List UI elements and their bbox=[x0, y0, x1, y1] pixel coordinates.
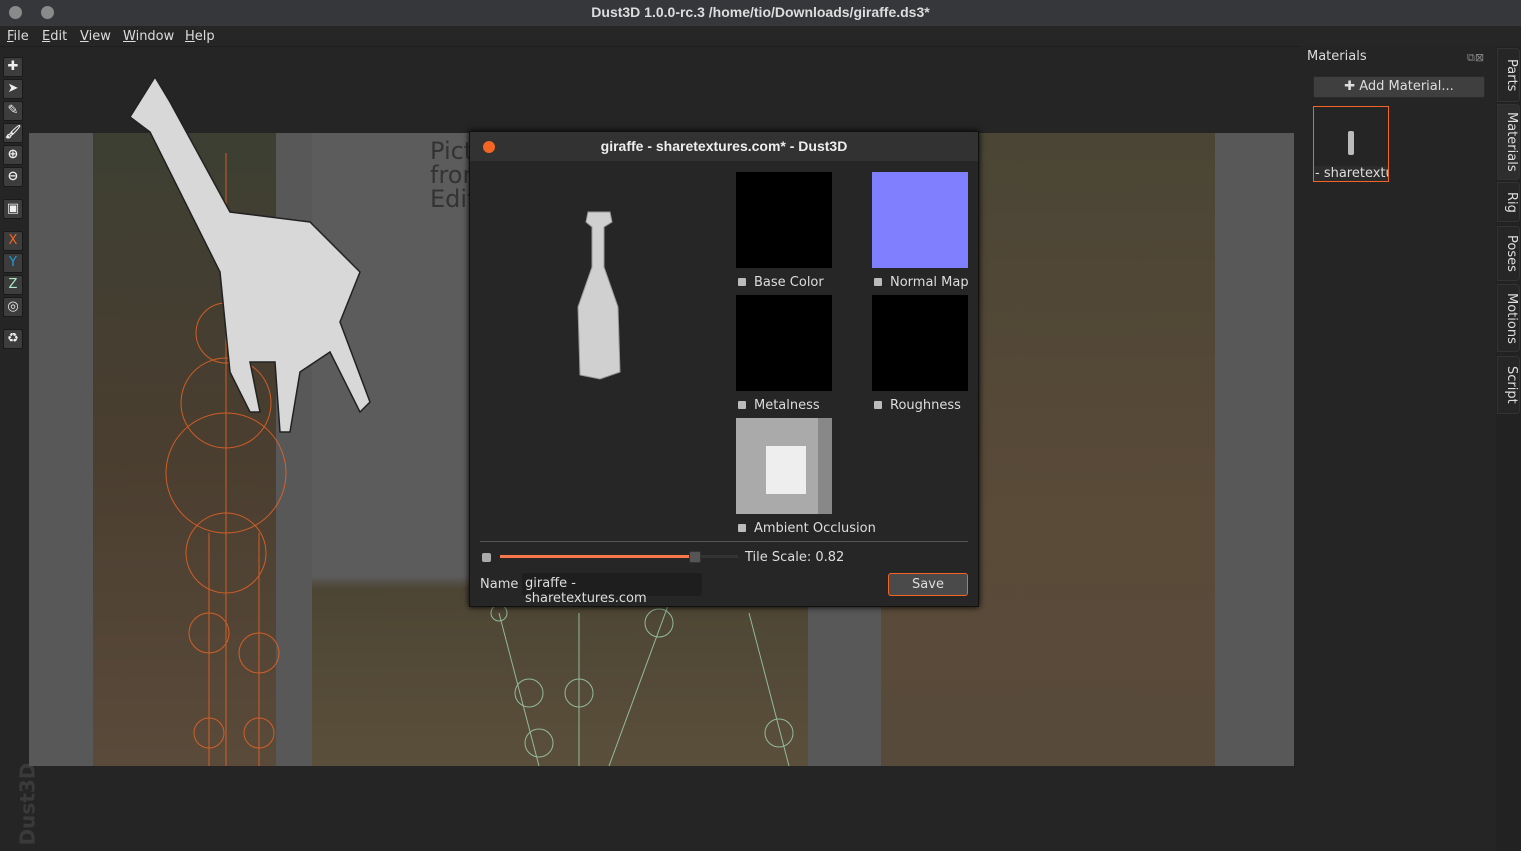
slider-handle[interactable] bbox=[689, 551, 702, 563]
menu-bar: File Edit View Window Help bbox=[0, 26, 1521, 47]
float-close-icons[interactable]: ⧉⊠ bbox=[1467, 51, 1484, 65]
menu-file[interactable]: File bbox=[7, 29, 29, 44]
name-label: Name bbox=[480, 577, 519, 592]
tile-scale-label: Tile Scale: 0.82 bbox=[745, 550, 845, 565]
dust3d-watermark: Dust3D bbox=[15, 762, 40, 846]
tab-poses[interactable]: Poses bbox=[1497, 226, 1520, 281]
green-nodes bbox=[490, 602, 794, 766]
reference-image-icon[interactable]: ▣ bbox=[3, 199, 23, 219]
materials-panel-title: Materials bbox=[1307, 49, 1367, 64]
material-item-label: - sharetextur bbox=[1314, 166, 1388, 181]
normal-map-texture[interactable] bbox=[872, 172, 968, 268]
save-button[interactable]: Save bbox=[888, 573, 968, 596]
giraffe-model bbox=[128, 75, 371, 433]
menu-view[interactable]: View bbox=[80, 29, 111, 44]
minimize-window-button[interactable] bbox=[41, 6, 54, 19]
roughness-label: Roughness bbox=[874, 398, 961, 413]
metalness-texture[interactable] bbox=[736, 295, 832, 391]
tab-script[interactable]: Script bbox=[1497, 356, 1520, 414]
radius-icon[interactable]: ◎ bbox=[3, 297, 23, 317]
ambient-occlusion-texture[interactable] bbox=[736, 418, 832, 514]
title-bar: Dust3D 1.0.0-rc.3 /home/tio/Downloads/gi… bbox=[0, 0, 1521, 26]
plus-icon: ✚ bbox=[1344, 79, 1360, 94]
dialog-title-bar: giraffe - sharetextures.com* - Dust3D bbox=[470, 132, 978, 161]
base-color-texture[interactable] bbox=[736, 172, 832, 268]
side-tabs: Parts Materials Rig Poses Motions Script bbox=[1496, 46, 1521, 851]
roughness-texture[interactable] bbox=[872, 295, 968, 391]
tab-parts[interactable]: Parts bbox=[1497, 48, 1520, 102]
base-color-label: Base Color bbox=[738, 275, 824, 290]
paint-icon[interactable]: 🖌 bbox=[3, 123, 23, 143]
z-axis-button[interactable]: Z bbox=[3, 275, 23, 295]
recycle-icon[interactable]: ♻ bbox=[3, 329, 23, 349]
menu-window[interactable]: Window bbox=[123, 29, 174, 44]
select-icon[interactable]: ➤ bbox=[3, 79, 23, 99]
zoom-in-icon[interactable]: ⊕ bbox=[3, 145, 23, 165]
materials-panel: Materials ⧉⊠ ✚ Add Material... - sharete… bbox=[1300, 46, 1496, 851]
y-axis-button[interactable]: Y bbox=[3, 253, 23, 273]
material-preview bbox=[577, 211, 621, 380]
dialog-close-button[interactable] bbox=[483, 141, 495, 153]
tile-scale-reset-icon[interactable] bbox=[482, 553, 491, 562]
name-input[interactable]: giraffe - sharetextures.com bbox=[522, 573, 702, 606]
tab-materials[interactable]: Materials bbox=[1497, 104, 1520, 180]
tab-motions[interactable]: Motions bbox=[1497, 284, 1520, 352]
normal-map-label: Normal Map bbox=[874, 275, 969, 290]
ambient-occlusion-label: Ambient Occlusion bbox=[738, 521, 876, 536]
edit-icon[interactable]: ✎ bbox=[3, 101, 23, 121]
tab-rig[interactable]: Rig bbox=[1497, 182, 1520, 222]
dialog-title: giraffe - sharetextures.com* - Dust3D bbox=[600, 138, 848, 154]
divider bbox=[480, 541, 968, 542]
material-edit-dialog: giraffe - sharetextures.com* - Dust3D Ba… bbox=[469, 131, 979, 607]
add-material-button[interactable]: ✚ Add Material... bbox=[1313, 76, 1485, 98]
menu-help[interactable]: Help bbox=[185, 29, 215, 44]
metalness-label: Metalness bbox=[738, 398, 820, 413]
zoom-out-icon[interactable]: ⊖ bbox=[3, 167, 23, 187]
x-axis-button[interactable]: X bbox=[3, 231, 23, 251]
add-icon[interactable]: ✚ bbox=[3, 57, 23, 77]
menu-edit[interactable]: Edit bbox=[42, 29, 67, 44]
close-window-button[interactable] bbox=[9, 6, 22, 19]
window-title: Dust3D 1.0.0-rc.3 /home/tio/Downloads/gi… bbox=[591, 4, 930, 20]
tile-scale-slider[interactable] bbox=[500, 551, 738, 563]
material-item[interactable]: - sharetextur bbox=[1313, 106, 1389, 182]
material-thumbnail bbox=[1348, 131, 1354, 155]
